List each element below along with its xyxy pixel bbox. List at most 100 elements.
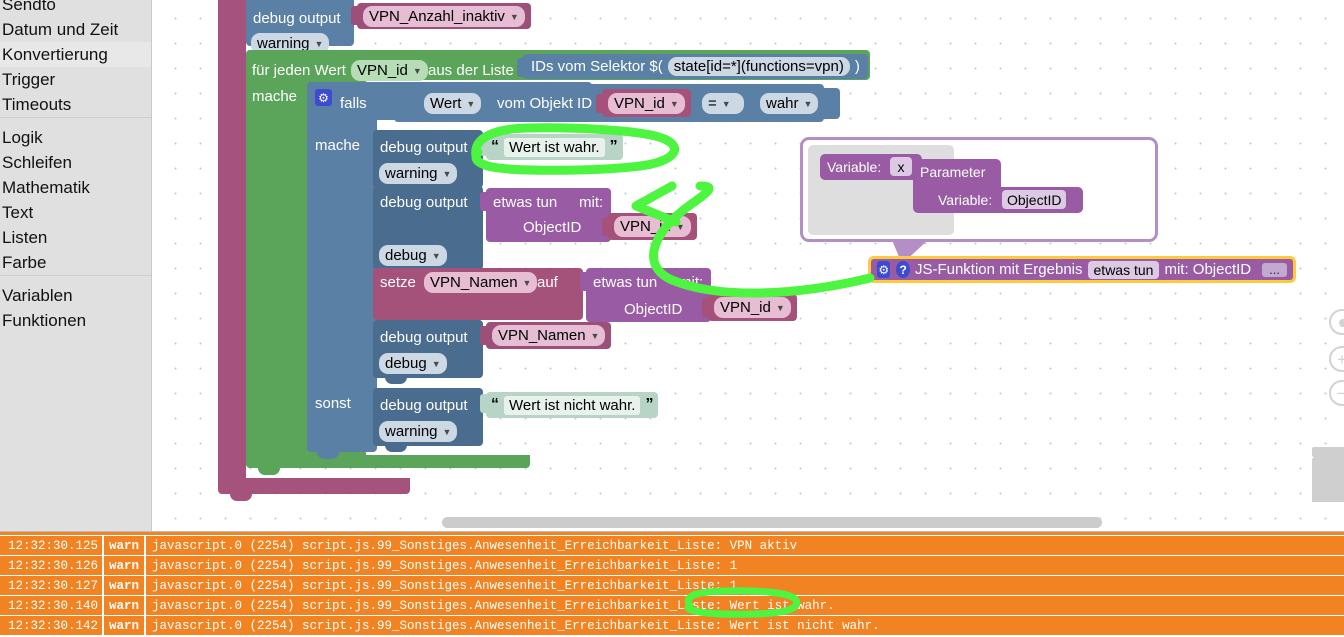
quote-close-icon: ” — [645, 396, 654, 413]
log-row[interactable]: 12:32:30.140 warn javascript.0 (2254) sc… — [0, 596, 1344, 615]
variable-name: VPN_id — [720, 299, 771, 316]
variable-vpn-id-field[interactable]: VPN_id ▼ — [614, 216, 691, 237]
selector-value-field[interactable]: state[id=*](functions=vpn) — [667, 57, 850, 76]
foreach-variable-field[interactable]: VPN_id ▼ — [351, 60, 428, 81]
string-literal-value[interactable]: Wert ist wahr. — [504, 137, 605, 157]
log-time: 12:32:30.127 — [0, 576, 104, 595]
log-message: javascript.0 (2254) script.js.99_Sonstig… — [152, 598, 835, 613]
chevron-down-icon: ▼ — [412, 66, 422, 76]
toolbox-divider — [0, 117, 151, 125]
workspace-hscrollbar-thumb[interactable] — [442, 517, 1102, 528]
variable-vpn-id-field[interactable]: VPN_id ▼ — [608, 92, 685, 114]
debug-output-3-severity-field[interactable]: debug ▼ — [379, 353, 447, 374]
parameter-variable-field[interactable]: ObjectID — [1002, 190, 1067, 209]
variable-name: VPN_Namen — [498, 327, 586, 344]
chevron-down-icon: ▼ — [509, 11, 519, 22]
sidebar-item-variablen[interactable]: Variablen — [0, 283, 151, 308]
sidebar-item-label: Variablen — [2, 286, 73, 305]
sidebar-item-sendto[interactable]: Sendto — [0, 0, 151, 17]
set-variable-label: setze — [380, 274, 416, 291]
debug-output-2-severity-field[interactable]: debug ▼ — [379, 245, 447, 266]
log-rows: 12:32:30.125 warn javascript.0 (2254) sc… — [0, 532, 1344, 635]
selector-block[interactable]: IDs vom Selektor $( state[id=*](function… — [523, 54, 868, 79]
call-etwas-tun-param-label-1: ObjectID — [523, 219, 582, 236]
variable-vpn-namen-field[interactable]: VPN_Namen ▼ — [492, 325, 606, 346]
string-literal-wert-ist-wahr-block[interactable]: “ Wert ist wahr. ” — [486, 134, 623, 160]
debug-output-1-label: debug output — [380, 139, 468, 156]
variable-vpn-anzahl-inaktiv-field[interactable]: VPN_Anzahl_inaktiv ▼ — [363, 5, 525, 27]
debug-output-1-severity-field[interactable]: warning ▼ — [379, 163, 458, 184]
debug-output-4-severity-field[interactable]: warning ▼ — [379, 421, 458, 442]
log-message: javascript.0 (2254) script.js.99_Sonstig… — [152, 558, 738, 573]
sidebar-item-label: Logik — [2, 128, 43, 147]
log-row[interactable]: 12:32:30.142 warn javascript.0 (2254) sc… — [0, 616, 1344, 635]
log-row[interactable]: 12:32:30.125 warn javascript.0 (2254) sc… — [0, 536, 1344, 555]
sidebar-item-trigger[interactable]: Trigger — [0, 67, 151, 92]
boolean-literal-field[interactable]: wahr ▼ — [760, 93, 819, 114]
js-function-mutator-field[interactable]: ... — [1262, 262, 1287, 277]
chevron-down-icon: ▼ — [431, 251, 441, 261]
variable-vpn-anzahl-inaktiv-block[interactable]: VPN_Anzahl_inaktiv ▼ — [357, 3, 531, 29]
variable-vpn-id-arg-block-2[interactable]: VPN_id ▼ — [708, 294, 797, 321]
foreach-loop-foot[interactable] — [246, 455, 530, 468]
get-object-value-mode-field[interactable]: Wert ▼ — [424, 93, 482, 114]
zoom-reset-button[interactable] — [1329, 309, 1344, 335]
help-icon[interactable]: ? — [896, 261, 910, 278]
sidebar-item-label: Datum und Zeit — [2, 20, 119, 39]
sidebar-item-funktionen[interactable]: Funktionen — [0, 308, 151, 333]
sidebar-item-schleifen[interactable]: Schleifen — [0, 150, 151, 175]
blockly-toolbox[interactable]: Sendto Datum und Zeit Konvertierung Trig… — [0, 0, 152, 531]
sidebar-item-mathematik[interactable]: Mathematik — [0, 175, 151, 200]
zoom-out-button[interactable]: − — [1329, 380, 1344, 406]
quote-open-icon: “ — [491, 138, 499, 155]
debug-output-3-notch — [385, 377, 407, 384]
gear-icon[interactable]: ⚙ — [315, 89, 332, 106]
outer-magenta-block-foot[interactable] — [218, 478, 410, 494]
compare-operator-field[interactable]: = ▼ — [702, 93, 744, 114]
variable-x-field[interactable]: x — [890, 157, 912, 176]
sidebar-item-text[interactable]: Text — [0, 200, 151, 225]
sidebar-item-label: Trigger — [2, 70, 56, 89]
debug-output-2-label: debug output — [380, 194, 468, 211]
log-time: 12:32:30.125 — [0, 536, 104, 555]
sidebar-item-farbe[interactable]: Farbe — [0, 250, 151, 275]
js-function-name-field[interactable]: etwas tun — [1087, 260, 1160, 279]
js-function-block[interactable]: ⚙ ? JS-Funktion mit Ergebnis etwas tun m… — [868, 256, 1296, 283]
workspace-hscrollbar-track[interactable] — [152, 513, 1344, 531]
string-literal-wert-ist-nicht-wahr-block[interactable]: “ Wert ist nicht wahr. ” — [486, 392, 659, 418]
log-row[interactable]: 12:32:30.127 warn javascript.0 (2254) sc… — [0, 576, 1344, 595]
set-variable-name-field[interactable]: VPN_Namen ▼ — [424, 272, 538, 293]
sidebar-item-datum-und-zeit[interactable]: Datum und Zeit — [0, 17, 151, 42]
variable-vpn-id-arg-block-1[interactable]: VPN_id ▼ — [608, 213, 697, 240]
zoom-out-icon: − — [1337, 383, 1344, 403]
toolbox-divider — [0, 275, 151, 283]
chevron-down-icon: ▼ — [431, 359, 441, 369]
outer-magenta-notch — [230, 493, 252, 501]
sidebar-item-logik[interactable]: Logik — [0, 125, 151, 150]
sidebar-item-konvertierung[interactable]: Konvertierung — [0, 42, 151, 67]
js-function-with-label: mit: ObjectID — [1164, 261, 1252, 278]
log-row[interactable]: 12:32:30.126 warn javascript.0 (2254) sc… — [0, 556, 1344, 575]
severity-value: warning — [385, 423, 438, 440]
variable-vpn-id-field[interactable]: VPN_id ▼ — [714, 297, 791, 318]
string-literal-value[interactable]: Wert ist nicht wahr. — [504, 395, 641, 415]
severity-value: warning — [257, 35, 310, 52]
selector-value: state[id=*](functions=vpn) — [673, 58, 844, 75]
boolean-value: wahr — [766, 95, 799, 112]
sidebar-item-timeouts[interactable]: Timeouts — [0, 92, 151, 117]
debug-output-3-label: debug output — [380, 329, 468, 346]
sidebar-item-label: Konvertierung — [2, 45, 108, 64]
variable-vpn-id-cond-block[interactable]: VPN_id ▼ — [602, 89, 691, 117]
trash-icon[interactable] — [1312, 457, 1344, 502]
log-panel[interactable]: 12:32:30.125 warn javascript.0 (2254) sc… — [0, 531, 1344, 637]
gear-icon[interactable]: ⚙ — [877, 261, 891, 278]
variable-x-label: Variable: — [827, 159, 882, 175]
zoom-in-button[interactable]: + — [1329, 346, 1344, 372]
variable-vpn-namen-block[interactable]: VPN_Namen ▼ — [486, 322, 612, 349]
blockly-workspace[interactable]: debug output VPN_Anzahl_inaktiv ▼ warnin… — [152, 0, 1344, 531]
chevron-down-icon: ▼ — [803, 99, 813, 109]
log-severity: warn — [104, 616, 146, 635]
outer-magenta-block[interactable] — [218, 0, 246, 492]
log-message: javascript.0 (2254) script.js.99_Sonstig… — [152, 538, 798, 553]
sidebar-item-listen[interactable]: Listen — [0, 225, 151, 250]
